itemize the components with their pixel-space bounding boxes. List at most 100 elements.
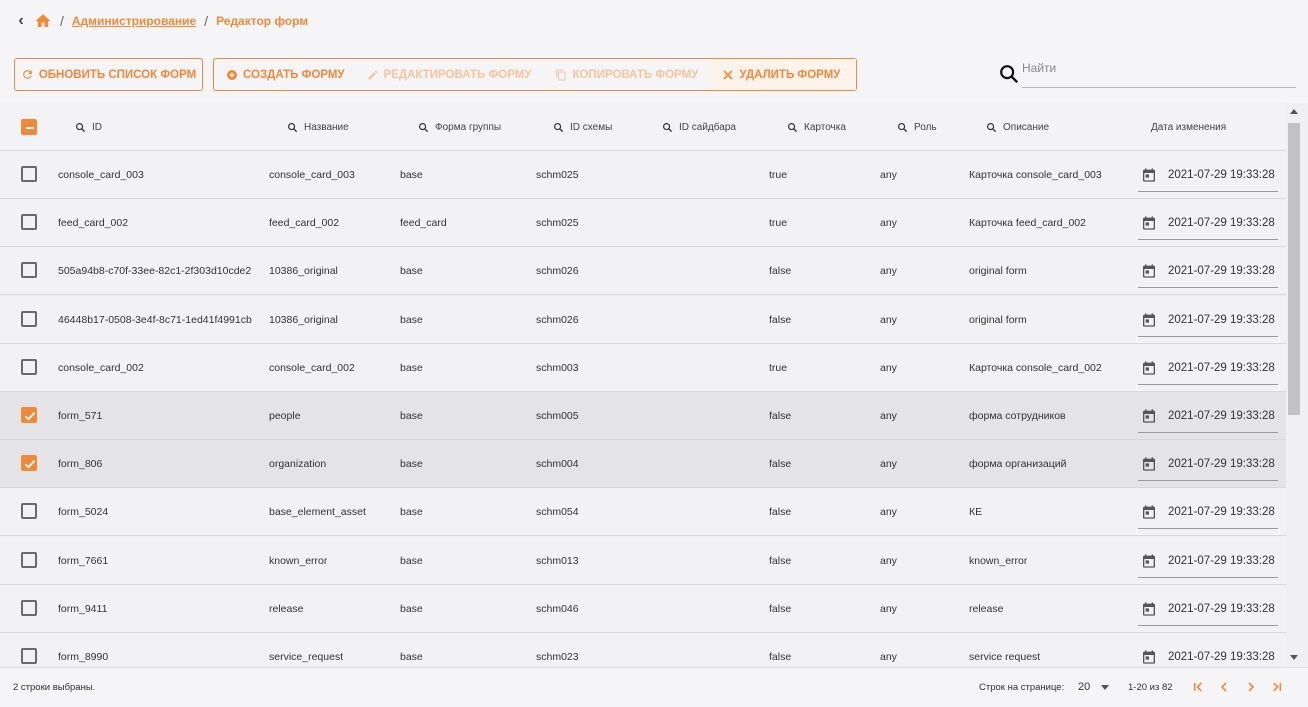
first-page-icon[interactable] xyxy=(1190,679,1206,695)
column-header-sidebar-id[interactable]: ID сайдбара xyxy=(662,103,736,151)
cell-modified-date-field[interactable]: 2021-07-29 19:33:28 xyxy=(1138,159,1278,192)
cell-modified-date-field[interactable]: 2021-07-29 19:33:28 xyxy=(1138,352,1278,385)
column-header-role[interactable]: Роль xyxy=(897,103,937,151)
pagination-range: 1-20 из 82 xyxy=(1128,682,1173,693)
cell-name: service_request xyxy=(269,651,344,663)
cell-modified-date-field[interactable]: 2021-07-29 19:33:28 xyxy=(1138,593,1278,626)
table-row[interactable]: form_5024 base_element_asset base schm054 fa… xyxy=(0,488,1286,537)
calendar-icon[interactable] xyxy=(1141,215,1157,231)
calendar-icon[interactable] xyxy=(1141,263,1157,279)
cell-modified: 2021-07-29 19:33:28 xyxy=(1168,361,1275,374)
search-icon xyxy=(1000,65,1019,84)
table-row[interactable]: console_card_002 console_card_002 base schm… xyxy=(0,343,1286,392)
cell-id: 505a94b8-c70f-33ee-82c1-2f303d10cde2 xyxy=(58,265,252,278)
create-form-button[interactable]: СОЗДАТЬ ФОРМУ xyxy=(214,59,355,90)
cell-role: any xyxy=(880,169,897,181)
cell-name: console_card_002 xyxy=(269,361,355,374)
copy-form-label: КОПИРОВАТЬ ФОРМУ xyxy=(572,68,699,81)
row-checkbox[interactable] xyxy=(21,214,37,231)
calendar-icon[interactable] xyxy=(1141,360,1157,376)
row-checkbox[interactable] xyxy=(21,407,37,423)
row-checkbox[interactable] xyxy=(21,262,37,279)
search-icon xyxy=(554,122,564,132)
cell-role: any xyxy=(880,217,897,230)
calendar-icon[interactable] xyxy=(1141,504,1157,520)
edit-form-button[interactable]: РЕДАКТИРОВАТЬ ФОРМУ xyxy=(355,59,544,90)
calendar-icon[interactable] xyxy=(1141,456,1157,472)
cell-id: form_8990 xyxy=(58,651,109,663)
row-checkbox[interactable] xyxy=(21,455,37,472)
table-row[interactable]: form_8990 service_request base schm023 false… xyxy=(0,633,1286,667)
rows-per-page-select[interactable]: 20 xyxy=(1078,681,1090,693)
close-icon xyxy=(723,69,733,80)
table-row[interactable]: form_7661 known_error base schm013 false any k… xyxy=(0,536,1286,585)
cell-schema-id: schm004 xyxy=(536,458,579,471)
back-chevron-icon[interactable]: ‹ xyxy=(14,12,28,30)
breadcrumb: ‹ / Администрирование / Редактор форм xyxy=(14,10,308,32)
column-header-schema-id[interactable]: ID схемы xyxy=(553,103,612,151)
next-page-icon[interactable] xyxy=(1243,679,1259,695)
cell-description: original form xyxy=(969,265,1027,278)
refresh-forms-button[interactable]: ОБНОВИТЬ СПИСОК ФОРМ xyxy=(14,58,203,91)
cell-modified-date-field[interactable]: 2021-07-29 19:33:28 xyxy=(1138,400,1278,433)
cell-modified-date-field[interactable]: 2021-07-29 19:33:28 xyxy=(1138,304,1278,337)
table-row[interactable]: console_card_003 console_card_003 base schm… xyxy=(0,151,1286,199)
column-header-group-form[interactable]: Форма группы xyxy=(418,103,501,151)
row-checkbox[interactable] xyxy=(21,503,37,520)
calendar-icon[interactable] xyxy=(1141,408,1157,424)
row-checkbox[interactable] xyxy=(21,648,37,664)
cell-modified: 2021-07-29 19:33:28 xyxy=(1168,313,1275,326)
table-row[interactable]: form_9411 release base schm046 false any relea… xyxy=(0,584,1286,633)
column-header-name[interactable]: Название xyxy=(287,103,349,151)
row-checkbox[interactable] xyxy=(21,599,37,616)
cell-id: form_7661 xyxy=(58,554,109,567)
cell-group-form: base xyxy=(400,313,423,326)
table-row[interactable]: form_806 organization base schm004 false any ф… xyxy=(0,440,1286,489)
cell-modified-date-field[interactable]: 2021-07-29 19:33:28 xyxy=(1138,255,1278,289)
cell-id: form_571 xyxy=(58,410,103,422)
row-checkbox[interactable] xyxy=(21,166,37,182)
column-header-card[interactable]: Карточка xyxy=(787,103,846,151)
calendar-icon[interactable] xyxy=(1141,649,1157,665)
cell-modified: 2021-07-29 19:33:28 xyxy=(1168,265,1275,278)
cell-modified-date-field[interactable]: 2021-07-29 19:33:28 xyxy=(1138,641,1278,667)
cell-modified-date-field[interactable]: 2021-07-29 19:33:28 xyxy=(1138,496,1278,530)
select-all-checkbox[interactable] xyxy=(21,119,37,135)
cell-name: 10386_original xyxy=(269,265,338,278)
scroll-down-arrow-icon[interactable] xyxy=(1290,655,1298,660)
row-checkbox[interactable] xyxy=(21,310,37,327)
table-row[interactable]: 505a94b8-c70f-33ee-82c1-2f303d10cde2 1038… xyxy=(0,247,1286,296)
column-header-modified[interactable]: Дата изменения xyxy=(1151,103,1226,151)
cell-description: форма сотрудников xyxy=(969,410,1066,422)
table-row[interactable]: 46448b17-0508-3e4f-8c71-1ed41f4991cb 1038… xyxy=(0,295,1286,344)
home-icon[interactable] xyxy=(34,12,52,30)
breadcrumb-link-administration[interactable]: Администрирование xyxy=(72,14,196,28)
dropdown-caret-icon[interactable] xyxy=(1101,685,1109,690)
calendar-icon[interactable] xyxy=(1141,167,1157,183)
cell-role: any xyxy=(880,554,897,567)
table-row[interactable]: feed_card_002 feed_card_002 feed_card schm0… xyxy=(0,199,1286,248)
last-page-icon[interactable] xyxy=(1269,679,1285,695)
cell-modified-date-field[interactable]: 2021-07-29 19:33:28 xyxy=(1138,545,1278,578)
calendar-icon[interactable] xyxy=(1141,553,1157,569)
calendar-icon[interactable] xyxy=(1141,601,1157,617)
previous-page-icon[interactable] xyxy=(1216,679,1232,695)
cell-schema-id: schm026 xyxy=(536,265,579,278)
row-checkbox[interactable] xyxy=(21,551,37,568)
table-row[interactable]: form_571 people base schm005 false any форма с… xyxy=(0,392,1286,440)
scroll-up-arrow-icon[interactable] xyxy=(1290,109,1298,114)
search-box xyxy=(998,58,1296,88)
row-checkbox[interactable] xyxy=(21,358,37,375)
cell-id: 46448b17-0508-3e4f-8c71-1ed41f4991cb xyxy=(58,313,252,326)
add-circle-icon xyxy=(227,69,237,80)
delete-form-button[interactable]: УДАЛИТЬ ФОРМУ xyxy=(710,59,857,90)
column-header-id[interactable]: ID xyxy=(75,103,102,151)
copy-form-button[interactable]: КОПИРОВАТЬ ФОРМУ xyxy=(543,59,710,90)
search-input[interactable] xyxy=(1022,58,1296,88)
cell-modified-date-field[interactable]: 2021-07-29 19:33:28 xyxy=(1138,207,1278,241)
vertical-scrollbar[interactable] xyxy=(1287,103,1301,667)
scrollbar-thumb[interactable] xyxy=(1288,123,1300,415)
calendar-icon[interactable] xyxy=(1141,312,1157,328)
cell-modified-date-field[interactable]: 2021-07-29 19:33:28 xyxy=(1138,448,1278,482)
column-header-description[interactable]: Описание xyxy=(986,103,1049,151)
